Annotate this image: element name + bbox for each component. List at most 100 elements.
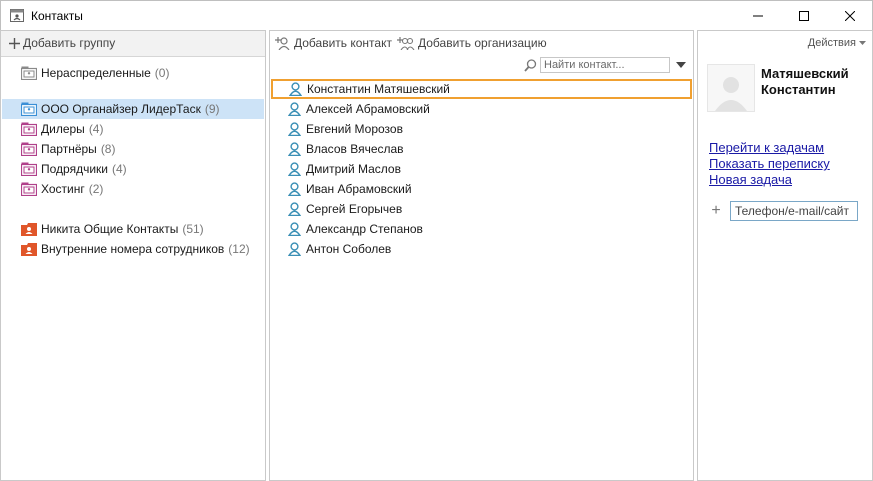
add-contact-button[interactable]: Добавить контакт (275, 36, 392, 50)
actions-menu-button[interactable]: Действия (808, 37, 866, 49)
contact-item[interactable]: Власов Вячеслав (270, 139, 693, 159)
contact-item[interactable]: Антон Соболев (270, 239, 693, 259)
contact-name-label: Алексей Абрамовский (306, 102, 430, 116)
contact-info-input[interactable] (730, 201, 858, 221)
group-label: Хостинг (41, 182, 85, 196)
contact-item[interactable]: Евгений Морозов (270, 119, 693, 139)
group-label: Никита Общие Контакты (41, 222, 179, 236)
group-label: Внутренние номера сотрудников (41, 242, 225, 256)
search-dropdown-icon[interactable] (676, 62, 686, 68)
goto-tasks-link[interactable]: Перейти к задачам (709, 140, 830, 156)
maximize-button[interactable] (781, 1, 827, 31)
contacts-panel: Добавить контакт Добавить организацию Ко… (269, 30, 694, 481)
group-item[interactable]: Никита Общие Контакты (51) (2, 219, 264, 239)
subgroup-folder-icon (21, 182, 37, 196)
group-item[interactable]: ООО Органайзер ЛидерТаск (9) (2, 99, 264, 119)
person-icon (288, 242, 301, 256)
add-organization-icon (397, 36, 415, 50)
minimize-icon (753, 15, 763, 17)
contact-item[interactable]: Сергей Егорычев (270, 199, 693, 219)
add-contact-label: Добавить контакт (294, 36, 392, 50)
group-item[interactable]: Нераспределенные (0) (2, 63, 264, 83)
contact-name-label: Иван Абрамовский (306, 182, 412, 196)
search-icon (524, 59, 537, 72)
minimize-button[interactable] (735, 1, 781, 31)
contact-item[interactable]: Александр Степанов (270, 219, 693, 239)
group-count: (4) (88, 122, 104, 136)
contact-list: Константин Матяшевский Алексей Абрамовски… (270, 79, 693, 259)
add-contact-field-row: + (709, 201, 858, 221)
group-item[interactable]: Хостинг (2) (2, 179, 264, 199)
actions-label: Действия (807, 37, 856, 49)
shared-folder-icon (21, 223, 37, 236)
contact-name-label: Евгений Морозов (306, 122, 403, 136)
title-bar: Контакты (0, 0, 873, 30)
group-count: (0) (154, 66, 170, 80)
chevron-down-icon (859, 41, 866, 45)
close-button[interactable] (827, 1, 873, 31)
group-count: (9) (204, 102, 220, 116)
person-icon (288, 102, 301, 116)
subgroup-folder-icon (21, 142, 37, 156)
group-count: (4) (111, 162, 127, 176)
contact-item[interactable]: Константин Матяшевский (271, 79, 692, 99)
person-icon (288, 162, 301, 176)
search-input[interactable] (540, 57, 670, 73)
contact-name-label: Александр Степанов (306, 222, 423, 236)
contact-name-label: Антон Соболев (306, 242, 392, 256)
contact-item[interactable]: Алексей Абрамовский (270, 99, 693, 119)
shared-folder-icon (21, 243, 37, 256)
group-label: Дилеры (41, 122, 85, 136)
add-organization-button[interactable]: Добавить организацию (397, 36, 547, 50)
contact-name-label: Константин Матяшевский (307, 82, 450, 96)
group-label: Подрядчики (41, 162, 108, 176)
avatar (707, 64, 755, 112)
group-count: (8) (100, 142, 116, 156)
add-contact-icon (275, 36, 290, 50)
plus-icon (9, 37, 20, 49)
contact-name: Матяшевский Константин (761, 66, 849, 97)
person-icon (288, 122, 301, 136)
person-icon (288, 202, 301, 216)
group-count: (2) (88, 182, 104, 196)
contact-item[interactable]: Дмитрий Маслов (270, 159, 693, 179)
groups-toolbar: Добавить группу (1, 31, 265, 57)
contact-name-label: Сергей Егорычев (306, 202, 403, 216)
contacts-toolbar: Добавить контакт Добавить организацию (270, 31, 693, 57)
maximize-icon (799, 11, 809, 21)
contact-links: Перейти к задачам Показать переписку Нов… (709, 140, 830, 188)
contact-search (522, 57, 692, 75)
new-task-link[interactable]: Новая задача (709, 172, 830, 188)
group-item[interactable]: Дилеры (4) (2, 119, 264, 139)
group-item[interactable]: Партнёры (8) (2, 139, 264, 159)
group-item[interactable]: Подрядчики (4) (2, 159, 264, 179)
person-icon (289, 82, 302, 96)
group-label: Партнёры (41, 142, 97, 156)
add-group-label: Добавить группу (23, 36, 116, 50)
group-count: (12) (228, 242, 250, 256)
group-label: ООО Органайзер ЛидерТаск (41, 102, 201, 116)
add-group-button[interactable]: Добавить группу (9, 36, 115, 50)
contact-name-label: Власов Вячеслав (306, 142, 404, 156)
subgroup-folder-icon (21, 162, 37, 176)
group-count: (51) (182, 222, 204, 236)
person-icon (288, 222, 301, 236)
plus-icon[interactable]: + (709, 202, 723, 220)
close-icon (845, 11, 855, 21)
person-icon (288, 142, 301, 156)
unsorted-folder-icon (21, 66, 37, 80)
group-item[interactable]: Внутренние номера сотрудников (12) (2, 239, 264, 259)
contact-item[interactable]: Иван Абрамовский (270, 179, 693, 199)
subgroup-folder-icon (21, 122, 37, 136)
person-placeholder-icon (715, 77, 747, 111)
contact-name-label: Дмитрий Маслов (306, 162, 401, 176)
group-folder-icon (21, 102, 37, 116)
group-label: Нераспределенные (41, 66, 151, 80)
contact-details-panel: Действия Матяшевский Константин Перейти … (697, 30, 873, 481)
person-icon (288, 182, 301, 196)
window-title: Контакты (31, 9, 83, 23)
contacts-app-icon (10, 9, 24, 22)
add-organization-label: Добавить организацию (418, 36, 547, 50)
groups-panel: Добавить группу Нераспределенные (0) ООО О… (0, 30, 266, 481)
show-correspondence-link[interactable]: Показать переписку (709, 156, 830, 172)
